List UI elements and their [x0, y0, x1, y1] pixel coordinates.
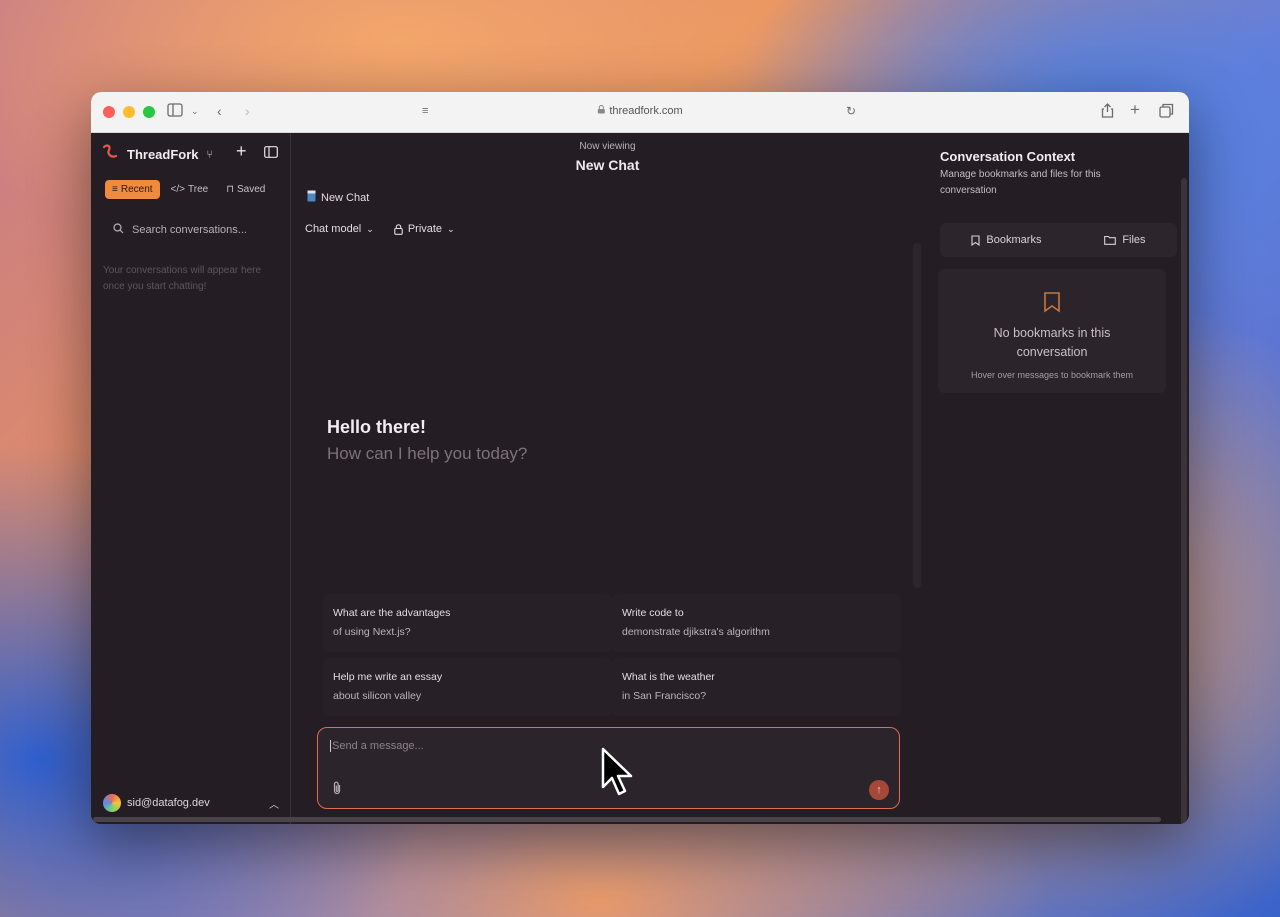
suggestion-detail: demonstrate djikstra's algorithm [622, 626, 770, 638]
lock-icon [394, 223, 403, 235]
tab-recent[interactable]: ≡ Recent [105, 180, 160, 199]
tab-label: Tree [188, 184, 209, 195]
branch-icon[interactable]: ⑂ [207, 149, 214, 161]
chevron-down-icon: ⌄ [366, 223, 374, 234]
send-button[interactable]: ↑ [869, 780, 889, 800]
now-viewing-label: Now viewing [579, 141, 636, 152]
browser-toolbar: ⌄ ‹ › ≡ threadfork.com ↻ + [91, 92, 1189, 133]
forward-icon[interactable]: › [245, 103, 250, 119]
context-tabs: Bookmarks Files [940, 223, 1177, 257]
bookmarks-empty-state: No bookmarks in this conversation Hover … [938, 269, 1166, 393]
user-email: sid@datafog.dev [127, 797, 210, 809]
suggestion-card[interactable]: Write code to demonstrate djikstra's alg… [612, 594, 901, 652]
new-chat-icon[interactable]: + [236, 141, 247, 162]
chat-selectors: Chat model ⌄ Private ⌄ [305, 223, 455, 235]
search-input[interactable]: Search conversations... [132, 224, 247, 236]
horizontal-scrollbar[interactable] [93, 817, 1161, 822]
greeting: Hello there! How can I help you today? [327, 417, 527, 464]
tab-saved[interactable]: ⊓ Saved [219, 180, 272, 199]
chevron-down-icon: ⌄ [447, 223, 455, 234]
sidebar-toggle-icon[interactable] [167, 103, 183, 120]
conversation-search[interactable]: Search conversations... [113, 223, 247, 237]
new-tab-icon[interactable]: + [1130, 100, 1140, 120]
lock-icon [597, 105, 605, 117]
bookmark-icon: ⊓ [226, 184, 235, 195]
panel-subtitle: Manage bookmarks and files for this conv… [940, 169, 1101, 196]
tab-label: Files [1122, 234, 1146, 246]
tab-label: Bookmarks [986, 234, 1042, 246]
reader-icon[interactable]: ≡ [422, 105, 428, 117]
greeting-subtitle: How can I help you today? [327, 444, 528, 463]
suggestion-card[interactable]: Help me write an essay about silicon val… [323, 658, 612, 716]
suggested-prompts: What are the advantages of using Next.js… [323, 594, 901, 716]
close-window-button[interactable] [103, 106, 115, 118]
avatar [103, 794, 121, 812]
sidebar-tabs: ≡ Recent </> Tree ⊓ Saved [105, 180, 272, 199]
collapse-sidebar-icon[interactable] [264, 145, 278, 163]
chat-chip-label: New Chat [321, 191, 370, 204]
suggestion-detail: in San Francisco? [622, 690, 707, 702]
panel-scrollbar[interactable] [1181, 178, 1187, 824]
conversation-sidebar: ThreadFork ⑂ + ≡ Recent </> Tree ⊓ Saved [91, 133, 291, 824]
chevron-down-icon[interactable]: ⌄ [191, 106, 199, 117]
paperclip-icon[interactable] [332, 781, 342, 798]
back-icon[interactable]: ‹ [217, 103, 222, 119]
page-title: New Chat [575, 157, 640, 173]
brand: ThreadFork ⑂ [101, 143, 213, 166]
maximize-window-button[interactable] [143, 106, 155, 118]
bookmark-icon [938, 291, 1166, 318]
tab-label: Saved [237, 184, 266, 195]
suggestion-card[interactable]: What is the weather in San Francisco? [612, 658, 901, 716]
mouse-cursor-icon [601, 747, 635, 802]
suggestion-detail: of using Next.js? [333, 626, 411, 638]
panel-title: Conversation Context [940, 149, 1076, 164]
visibility-label: Private [407, 223, 443, 235]
tab-overview-icon[interactable] [1159, 103, 1174, 121]
suggestion-title: What are the advantages [333, 607, 451, 619]
tab-label: Recent [120, 184, 153, 195]
chat-scrollbar[interactable] [913, 243, 921, 588]
empty-conversations-text: Your conversations will appear here once… [103, 265, 262, 292]
message-input[interactable]: Send a message... [330, 740, 424, 752]
suggestion-title: Help me write an essay [333, 671, 443, 683]
app-name: ThreadFork [127, 147, 199, 162]
tab-tree[interactable]: </> Tree [164, 180, 216, 199]
search-icon [113, 223, 124, 237]
suggestion-title: Write code to [622, 607, 684, 619]
browser-window: ⌄ ‹ › ≡ threadfork.com ↻ + ThreadFork ⑂ … [91, 92, 1189, 824]
chevron-up-icon: ︿ [269, 799, 279, 811]
greeting-title: Hello there! [327, 417, 427, 437]
reload-icon[interactable]: ↻ [846, 104, 856, 118]
window-controls [103, 106, 155, 118]
address-bar[interactable]: threadfork.com [597, 105, 683, 117]
suggestion-card[interactable]: What are the advantages of using Next.js… [323, 594, 612, 652]
chat-file-icon [307, 190, 316, 205]
arrow-up-icon: ↑ [876, 784, 882, 796]
chat-main: Now viewing New Chat New Chat Chat model… [291, 133, 924, 824]
user-menu[interactable]: sid@datafog.dev ︿ [103, 794, 279, 812]
suggestion-detail: about silicon valley [333, 690, 422, 702]
chat-breadcrumb[interactable]: New Chat [307, 190, 369, 205]
tab-bookmarks[interactable]: Bookmarks [971, 234, 1041, 246]
suggestion-title: What is the weather [622, 671, 715, 683]
model-selector-label: Chat model [305, 223, 362, 235]
tab-files[interactable]: Files [1104, 234, 1146, 246]
minimize-window-button[interactable] [123, 106, 135, 118]
bookmark-icon [971, 234, 980, 246]
empty-bookmarks-title: No bookmarks in this conversation [993, 326, 1111, 359]
url-text: threadfork.com [609, 105, 683, 117]
code-icon: </> [170, 184, 185, 195]
visibility-selector[interactable]: Private ⌄ [394, 223, 455, 235]
empty-bookmarks-hint: Hover over messages to bookmark them [970, 370, 1134, 380]
list-icon: ≡ [112, 184, 118, 195]
folder-icon [1104, 235, 1117, 245]
share-icon[interactable] [1101, 103, 1114, 121]
model-selector[interactable]: Chat model ⌄ [305, 223, 374, 235]
conversation-context-panel: Conversation Context Manage bookmarks an… [924, 133, 1189, 824]
threadfork-logo-icon [101, 143, 119, 166]
